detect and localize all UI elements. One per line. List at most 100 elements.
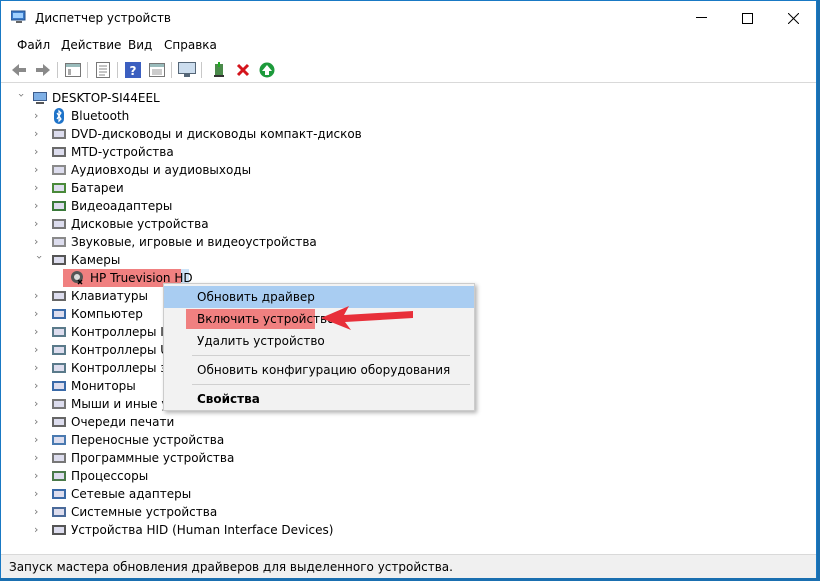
collapsed-chevron-icon[interactable]: › (34, 164, 44, 176)
collapsed-chevron-icon[interactable]: › (34, 110, 44, 122)
bluetooth-icon (54, 108, 64, 124)
tree-category-audio-io[interactable]: › Аудиовходы и аудиовыходы (1, 161, 601, 179)
expanded-chevron-icon[interactable]: › (15, 93, 28, 103)
context-menu: Обновить драйвер Включить устройство Уда… (163, 283, 475, 411)
collapsed-chevron-icon[interactable]: › (34, 506, 44, 518)
tree-category-label: Мыши и иные у (71, 397, 169, 411)
collapsed-chevron-icon[interactable]: › (34, 218, 44, 230)
collapsed-chevron-icon[interactable]: › (34, 470, 44, 482)
enable-device-button[interactable] (257, 60, 277, 80)
context-properties[interactable]: Свойства (164, 388, 474, 410)
back-button[interactable] (9, 60, 29, 80)
collapsed-chevron-icon[interactable]: › (34, 488, 44, 500)
tree-category-label: Системные устройства (71, 505, 218, 519)
tree-category-label: Сетевые адаптеры (71, 487, 192, 501)
tree-category-label: Процессоры (71, 469, 149, 483)
toolbar-separator (171, 62, 172, 78)
collapsed-chevron-icon[interactable]: › (34, 236, 44, 248)
update-driver-button[interactable] (209, 60, 229, 80)
collapsed-chevron-icon[interactable]: › (34, 344, 44, 356)
minimize-button[interactable] (678, 1, 724, 35)
collapsed-chevron-icon[interactable]: › (34, 452, 44, 464)
toolbar-separator (117, 62, 118, 78)
tree-category-bluetooth[interactable]: › Bluetooth (1, 107, 601, 125)
tree-category-label: Мониторы (71, 379, 136, 393)
tree-category-label: Контроллеры ID (71, 325, 174, 339)
storage-controller-icon (52, 363, 66, 373)
tree-category-label: Камеры (71, 253, 121, 267)
context-separator (192, 355, 470, 356)
device-manager-window: Диспетчер устройств Файл Действие Вид Сп… (0, 0, 817, 578)
collapsed-chevron-icon[interactable]: › (34, 380, 44, 392)
tree-category-hid-device[interactable]: › Устройства HID (Human Interface Devices… (1, 521, 601, 539)
menu-view[interactable]: Вид (128, 38, 152, 52)
tree-category-system-device[interactable]: › Системные устройства (1, 503, 601, 521)
collapsed-chevron-icon[interactable]: › (34, 290, 44, 302)
collapsed-chevron-icon[interactable]: › (34, 398, 44, 410)
help-button[interactable]: ? (123, 60, 143, 80)
tree-category-print-queue[interactable]: › Очереди печати (1, 413, 601, 431)
tree-root[interactable]: › DESKTOP-SI44EEL (1, 89, 601, 107)
tree-category-camera[interactable]: › Камеры (1, 251, 601, 269)
usb-controller-icon (52, 345, 66, 355)
collapsed-chevron-icon[interactable]: › (34, 308, 44, 320)
forward-button[interactable] (33, 60, 53, 80)
tree-category-label: Аудиовходы и аудиовыходы (71, 163, 252, 177)
tree-category-portable-device[interactable]: › Переносные устройства (1, 431, 601, 449)
system-device-icon (52, 507, 66, 517)
tree-category-label: Устройства HID (Human Interface Devices) (71, 523, 334, 537)
camera-icon (52, 255, 66, 265)
annotation-arrow-icon (321, 306, 413, 330)
maximize-button[interactable] (724, 1, 770, 35)
menu-help[interactable]: Справка (164, 38, 217, 52)
forward-arrow-icon (36, 64, 50, 76)
processor-icon (52, 471, 66, 481)
print-queue-icon (52, 417, 66, 427)
collapsed-chevron-icon[interactable]: › (34, 326, 44, 338)
list-view-button[interactable] (93, 60, 113, 80)
tree-category-software-device[interactable]: › Программные устройства (1, 449, 601, 467)
tree-category-label: Звуковые, игровые и видеоустройства (71, 235, 317, 249)
collapsed-chevron-icon[interactable]: › (34, 146, 44, 158)
tree-category-sound-device[interactable]: › Звуковые, игровые и видеоустройства (1, 233, 601, 251)
view-button[interactable] (147, 60, 167, 80)
tree-category-label: Очереди печати (71, 415, 175, 429)
keyboard-icon (52, 291, 66, 301)
tree-category-display-adapter[interactable]: › Видеоадаптеры (1, 197, 601, 215)
context-scan-hardware[interactable]: Обновить конфигурацию оборудования (164, 359, 474, 381)
expanded-chevron-icon[interactable]: › (33, 255, 46, 265)
title-bar[interactable]: Диспетчер устройств (1, 1, 816, 35)
toolbar-separator (201, 62, 202, 78)
display-adapter-icon (52, 201, 66, 211)
context-uninstall-device[interactable]: Удалить устройство (164, 330, 474, 352)
context-item-label: Свойства (197, 392, 260, 406)
collapsed-chevron-icon[interactable]: › (34, 362, 44, 374)
tree-root-label: DESKTOP-SI44EEL (52, 91, 160, 105)
tree-category-network-adapter[interactable]: › Сетевые адаптеры (1, 485, 601, 503)
collapsed-chevron-icon[interactable]: › (34, 128, 44, 140)
disabled-camera-icon (71, 271, 83, 285)
collapsed-chevron-icon[interactable]: › (34, 182, 44, 194)
menu-file[interactable]: Файл (17, 38, 50, 52)
collapsed-chevron-icon[interactable]: › (34, 200, 44, 212)
tree-category-label: DVD-дисководы и дисководы компакт-дисков (71, 127, 362, 141)
collapsed-chevron-icon[interactable]: › (34, 524, 44, 536)
hid-device-icon (52, 525, 66, 535)
tree-category-disk-drive[interactable]: › Дисковые устройства (1, 215, 601, 233)
menu-action[interactable]: Действие (61, 38, 121, 52)
maximize-icon (741, 12, 753, 24)
tree-category-battery[interactable]: › Батареи (1, 179, 601, 197)
tree-category-dvd-drive[interactable]: › DVD-дисководы и дисководы компакт-диско… (1, 125, 601, 143)
audio-io-icon (52, 165, 66, 175)
scan-hardware-button[interactable] (177, 60, 197, 80)
computer-icon (33, 92, 47, 104)
tree-category-mtd-device[interactable]: › MTD-устройства (1, 143, 601, 161)
collapsed-chevron-icon[interactable]: › (34, 434, 44, 446)
properties-pane-button[interactable] (63, 60, 83, 80)
tree-category-processor[interactable]: › Процессоры (1, 467, 601, 485)
close-button[interactable] (770, 1, 816, 35)
uninstall-button[interactable] (233, 60, 253, 80)
status-text: Запуск мастера обновления драйверов для … (9, 560, 453, 574)
collapsed-chevron-icon[interactable]: › (34, 416, 44, 428)
monitor-icon (52, 381, 66, 391)
